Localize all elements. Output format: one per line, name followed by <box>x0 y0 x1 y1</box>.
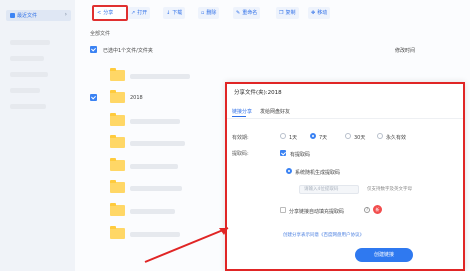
arrow-line <box>144 227 229 263</box>
annotation-arrow <box>144 227 229 263</box>
